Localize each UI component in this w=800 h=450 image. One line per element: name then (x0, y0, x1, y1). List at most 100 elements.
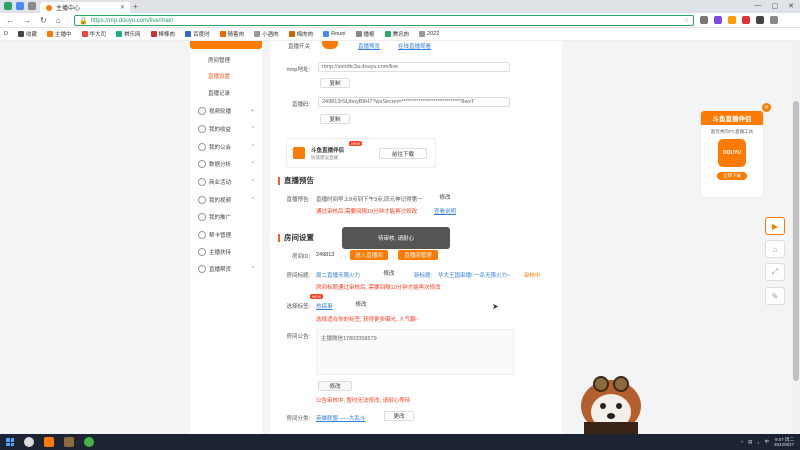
sidebar-item-icon (198, 231, 206, 239)
tag-edit-button[interactable]: 修改 (346, 299, 376, 309)
sidebar-item[interactable]: 帮卡管理 (190, 228, 262, 242)
tabs-icon[interactable] (28, 2, 36, 10)
maximize-icon[interactable]: ▢ (772, 2, 779, 10)
sidebar-item[interactable]: 直播帮货 ^ (190, 262, 262, 276)
promo-download-button[interactable]: 立即下载 (717, 172, 747, 180)
scrollbar-thumb[interactable] (793, 101, 799, 381)
browser-logo-icon[interactable] (4, 2, 12, 10)
sidebar-item[interactable]: 我的公会 ^ (190, 140, 262, 154)
nav-buttons: ← → ↻ ⌂ (6, 16, 61, 25)
menu-icon[interactable] (770, 16, 778, 24)
home-tool-icon[interactable]: ⌂ (765, 240, 785, 258)
sidebar-item[interactable]: 我的收益 ^ (190, 122, 262, 136)
preview-label: 直播预告: (286, 197, 310, 203)
sidebar-item[interactable]: 我的视频 ^ (190, 193, 262, 207)
bookmark-item[interactable]: 小酒肉 (254, 30, 279, 38)
page-scrollbar[interactable] (792, 41, 800, 434)
language-icon[interactable]: 中 (764, 439, 769, 445)
network-icon[interactable]: ▤ (748, 439, 752, 445)
home-icon[interactable]: ⌂ (56, 16, 61, 25)
bookmark-item[interactable]: 百度时 (185, 30, 210, 38)
category-change-button[interactable]: 更改 (384, 411, 414, 421)
rtmp-label: rtmp地址: (286, 67, 310, 73)
new-tab-icon[interactable]: + (133, 2, 138, 11)
enter-room-button[interactable]: 进入直播间 (350, 250, 388, 260)
room-title-note: 房间标题通过审核后, 需要间隔10分钟才能再次修改 (316, 285, 441, 291)
bookmark-label: 百度时 (193, 32, 210, 38)
volume-icon[interactable]: ♪ (757, 440, 759, 445)
bookmark-star-icon[interactable]: ☆ (684, 17, 689, 24)
bookmark-item[interactable]: 2022 (419, 31, 439, 37)
back-icon[interactable]: ← (6, 16, 14, 25)
extension-icon[interactable] (742, 16, 750, 24)
sidebar-item[interactable]: 视频轮播 + (190, 104, 262, 118)
feedback-tool-icon[interactable]: ✎ (765, 287, 785, 305)
tray-arrow-icon[interactable]: ^ (741, 440, 743, 445)
taskbar-app-icon[interactable] (84, 437, 94, 447)
bookmark-item[interactable]: 棋乐网 (116, 30, 141, 38)
forward-icon[interactable]: → (23, 16, 31, 25)
room-title-edit-button[interactable]: 修改 (374, 268, 404, 278)
taskbar-app-icon[interactable] (24, 437, 34, 447)
taskbar: ^ ▤ ♪ 中 9:07 周二 2022/9/27 (0, 434, 800, 450)
clock-date: 2022/9/27 (773, 442, 794, 447)
bookmark-item[interactable]: Rouni (323, 31, 346, 37)
taskbar-app-icon[interactable] (64, 437, 74, 447)
url-text: mp.douyu.com/live/main (108, 17, 174, 24)
sidebar-item[interactable]: 直播设置 (190, 69, 262, 83)
expand-tool-icon[interactable]: ⤢ (765, 263, 785, 281)
preview-help-link[interactable]: 查看说明 (434, 207, 456, 215)
sidebar-item[interactable]: 数据分析 ^ (190, 157, 262, 171)
selected-tag-link[interactable]: 热搞事 (316, 302, 333, 310)
sidebar-item[interactable]: 主播扶持 (190, 245, 262, 259)
pending-toast: 待审核, 请耐心 (342, 227, 450, 249)
rtmp-input[interactable]: rtmp://sendtc3a.douyu.com/live (318, 62, 510, 72)
url-bar[interactable]: 🔒 https://mp.douyu.com/live/main ☆ (74, 15, 694, 26)
sidebar-item[interactable]: 我的推广 (190, 210, 262, 224)
bookmark-icon (323, 31, 330, 37)
windows-start-icon[interactable] (6, 438, 14, 446)
sidebar-item-label: 直播设置 (208, 74, 231, 80)
clock[interactable]: 9:07 周二 2022/9/27 (774, 437, 794, 447)
bookmark-icon (419, 31, 426, 37)
room-manage-button[interactable]: 直播间管理 (398, 250, 438, 260)
bookmark-item[interactable]: 播棍 (355, 30, 375, 38)
extension-icon[interactable] (714, 16, 722, 24)
sidebar-item[interactable]: 商业活动 ^ (190, 175, 262, 189)
bookmark-item[interactable]: 主播中 (47, 30, 72, 38)
bookmark-item[interactable]: 随着肉 (219, 30, 244, 38)
stream-watch-link[interactable]: 在线直播观看 (398, 42, 431, 50)
bookmark-item[interactable]: 棉肉肉 (288, 30, 313, 38)
tab-close-icon[interactable]: ✕ (120, 4, 125, 11)
sidebar-item[interactable]: 房间管理 (190, 53, 262, 67)
minimize-icon[interactable]: — (755, 2, 762, 10)
notice-textarea[interactable]: 主播微信17803358579 (316, 329, 514, 375)
play-logo-icon (293, 147, 305, 159)
taskbar-app-icon[interactable] (44, 437, 54, 447)
bookmark-item[interactable]: 收藏 (17, 30, 37, 38)
bookmark-item[interactable]: 棒棒肉 (150, 30, 175, 38)
stream-key-input[interactable]: 249813rSUboyB8H7?wsSecret=**************… (318, 97, 510, 107)
download-companion-button[interactable]: 前往下载 (379, 148, 427, 159)
notice-edit-button[interactable]: 修改 (318, 381, 352, 391)
bookmark-item[interactable]: 华大司 (81, 30, 106, 38)
promo-close-icon[interactable]: ✕ (762, 103, 771, 112)
copy-key-button[interactable]: 复制 (320, 114, 350, 124)
stream-switch-toggle[interactable] (322, 41, 338, 49)
browser-tab-active[interactable]: 主播中心 ✕ (40, 2, 130, 13)
extension-icon[interactable] (728, 16, 736, 24)
sidebar-item-icon (198, 125, 206, 133)
bookmark-item[interactable]: 腾讯肉 (384, 30, 409, 38)
close-window-icon[interactable]: ✕ (788, 2, 794, 10)
sidebar-item[interactable]: 直播记录 (190, 86, 262, 100)
preview-edit-button[interactable]: 修改 (430, 192, 460, 202)
extension-icon[interactable] (756, 16, 764, 24)
reload-icon[interactable]: ↻ (40, 16, 47, 25)
live-play-icon[interactable]: ▶ (765, 217, 785, 235)
category-value[interactable]: 英雄联盟——大乱斗 (316, 414, 366, 422)
bookmarks-menu-icon[interactable]: D (4, 31, 8, 37)
stream-preview-link[interactable]: 直播预览 (358, 42, 380, 50)
extension-icon[interactable] (700, 16, 708, 24)
profile-icon[interactable] (16, 2, 24, 10)
copy-rtmp-button[interactable]: 复制 (320, 78, 350, 88)
